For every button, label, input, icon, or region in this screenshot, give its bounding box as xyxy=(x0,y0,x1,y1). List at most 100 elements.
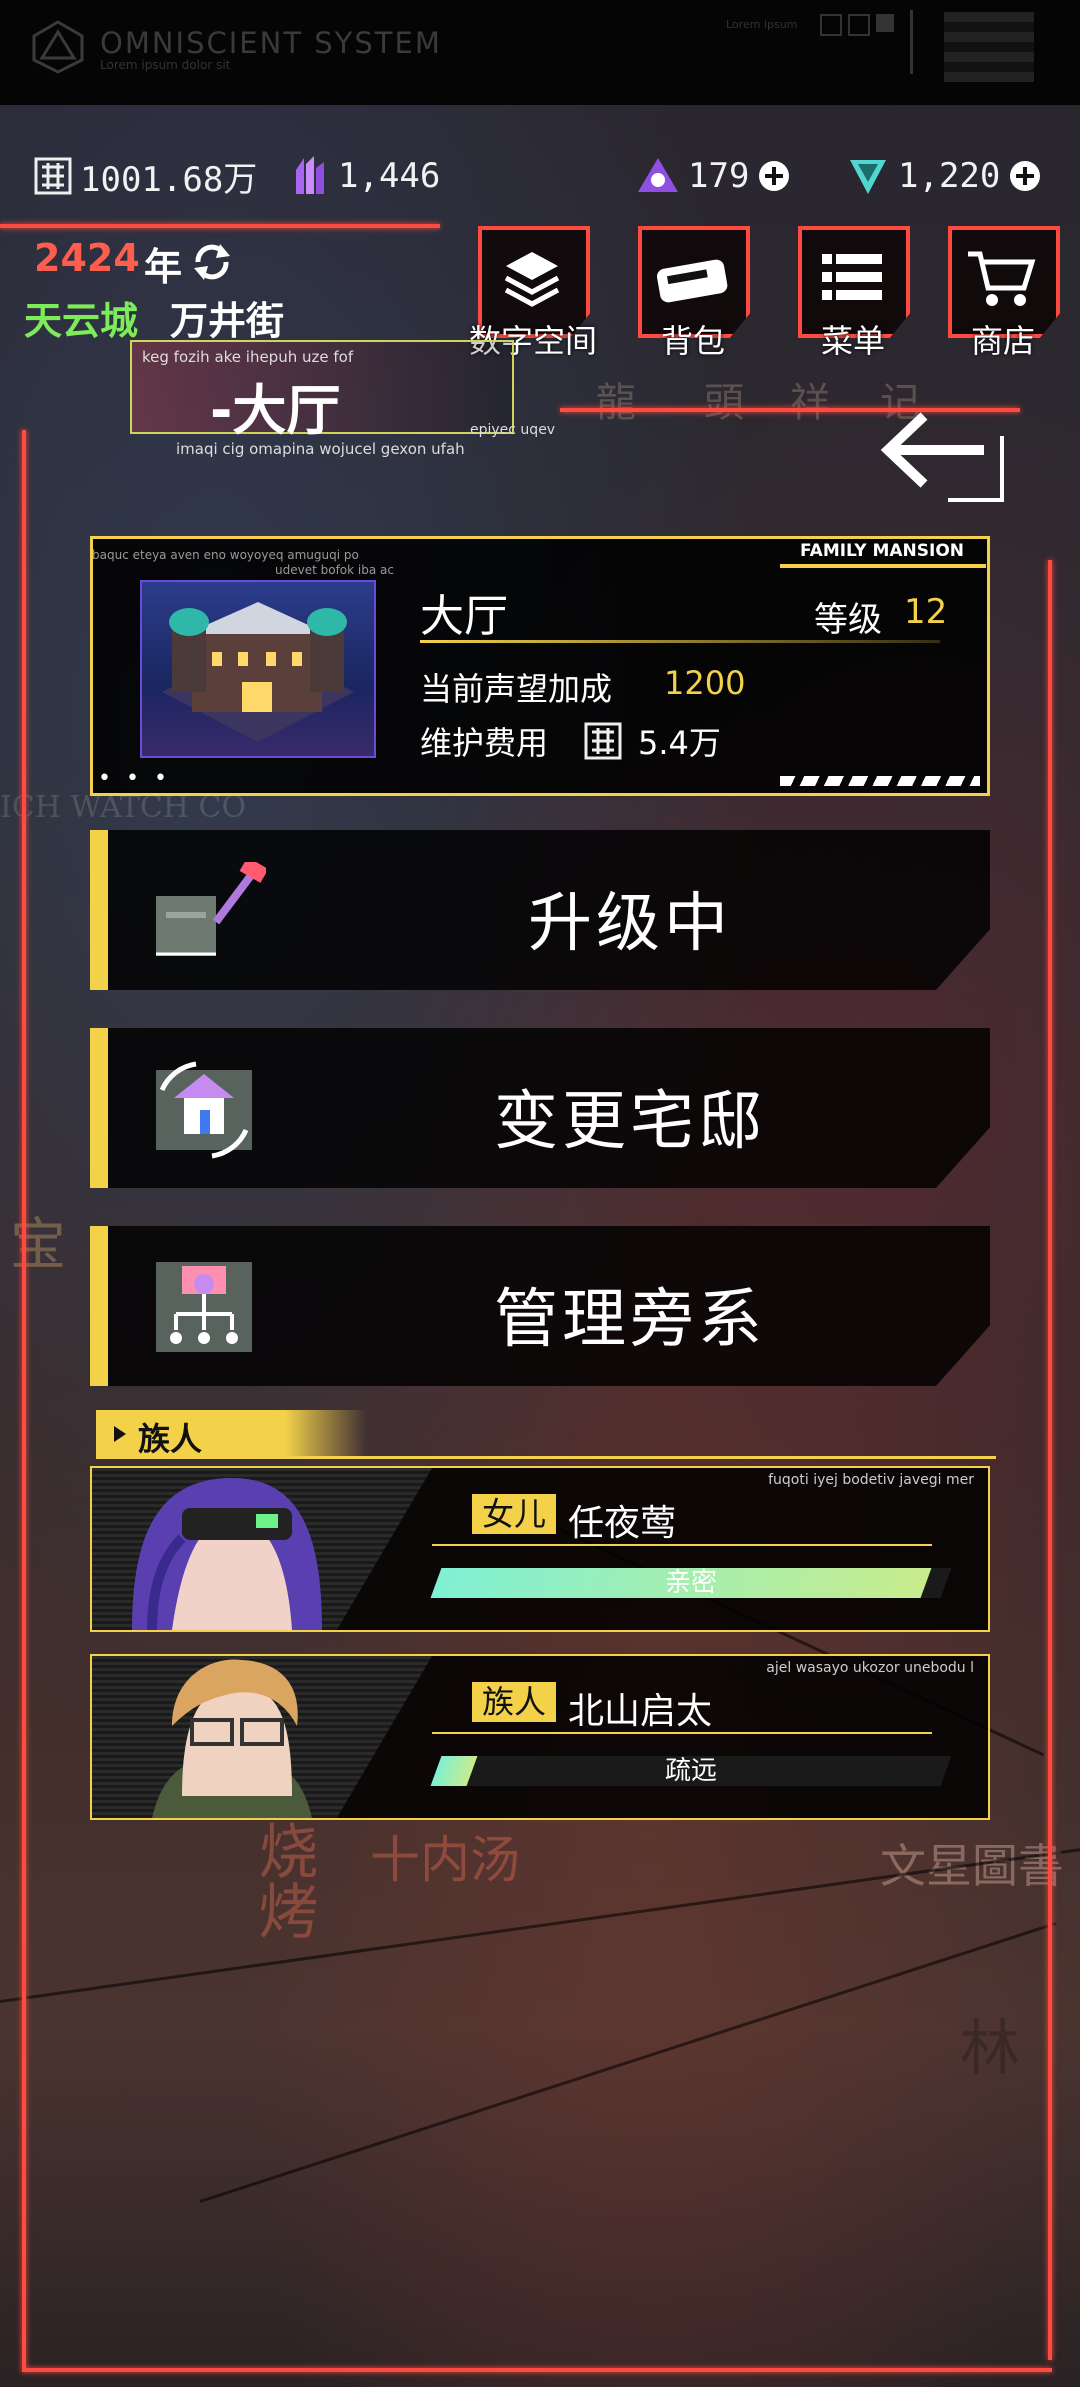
bg-sign: 林 xyxy=(960,2014,1020,2084)
system-blocks xyxy=(944,12,1034,82)
upgrade-label: 升级中 xyxy=(528,887,732,961)
card-separator xyxy=(420,640,940,643)
bg-sign: 龍 xyxy=(596,380,636,426)
frame-bottom xyxy=(22,2368,1052,2372)
manage-branches-button[interactable]: 管理旁系 xyxy=(90,1226,990,1386)
affinity-label: 疏远 xyxy=(664,1756,717,1786)
family-tree-icon xyxy=(156,1262,252,1352)
card-tag-line xyxy=(780,564,986,568)
nav-menu-label: 菜单 xyxy=(820,322,885,360)
clan-member-card[interactable]: ajel wasayo ukozor unebodu l 族人 北山启太 疏远 xyxy=(90,1654,990,1820)
frame-right xyxy=(1048,560,1052,2360)
member-portrait xyxy=(92,1656,432,1818)
member-name: 任夜莺 xyxy=(568,1503,677,1544)
currency-icon xyxy=(34,157,72,195)
room-caption-right: epiyec uqev xyxy=(470,422,556,438)
card-dots: • • • xyxy=(98,766,171,791)
currency-icon xyxy=(584,722,622,760)
room-caption-top: keg fozih ake ihepuh uze fof xyxy=(142,348,354,366)
year-value: 2424 xyxy=(34,236,140,280)
member-divider xyxy=(432,1732,932,1734)
money-value: 1001.68万 xyxy=(80,159,258,200)
bg-sign: 宝 xyxy=(10,1213,66,1278)
change-mansion-label: 变更宅邸 xyxy=(494,1085,766,1159)
bag-icon xyxy=(657,259,728,303)
crystal-icon xyxy=(296,156,324,194)
street-name: 万井街 xyxy=(170,299,285,343)
member-name: 北山启太 xyxy=(568,1691,713,1732)
button-accent-bar xyxy=(90,1226,108,1386)
nav-digital-space-button[interactable]: 数字空间 xyxy=(469,226,597,360)
tokens-resource: 179 xyxy=(636,150,799,202)
bg-sign: 烧烤 xyxy=(248,1820,318,1940)
gems-resource: 1,446 xyxy=(290,150,440,202)
bg-wire xyxy=(199,1921,1057,2203)
nav-bag-label: 背包 xyxy=(660,322,725,360)
member-caption: fuqoti iyej bodetiv javegi mer xyxy=(768,1472,974,1488)
upgrade-hammer-icon xyxy=(156,862,266,956)
add-tokens-icon[interactable] xyxy=(757,159,791,193)
room-caption-bottom: imaqi cig omapina wojucel gexon ufah xyxy=(176,440,465,458)
maintenance-fee-label: 维护费用 xyxy=(420,724,549,762)
diamonds-value: 1,220 xyxy=(898,156,1001,196)
system-divider xyxy=(910,10,913,74)
add-diamonds-icon[interactable] xyxy=(1008,159,1042,193)
clan-header-line xyxy=(96,1456,996,1459)
nav-shop-button[interactable]: 商店 xyxy=(948,226,1060,360)
triangle-token-icon xyxy=(638,158,678,192)
maintenance-fee-value: 5.4万 xyxy=(638,724,721,762)
nav-shop-label: 商店 xyxy=(970,322,1035,360)
room-title: -大厅 xyxy=(210,379,341,442)
button-accent-bar xyxy=(90,1028,108,1188)
nav-menu-button[interactable]: 菜单 xyxy=(798,226,910,360)
family-mansion-tag: FAMILY MANSION xyxy=(800,541,965,561)
frame-left xyxy=(22,430,26,2370)
card-stripes xyxy=(780,776,980,786)
system-name: OMNISCIENT SYSTEM xyxy=(100,26,442,60)
clan-header-label: 族人 xyxy=(138,1420,203,1458)
level-label: 等级 xyxy=(814,600,882,640)
diamonds-resource: 1,220 xyxy=(846,150,1050,202)
reputation-label: 当前声望加成 xyxy=(420,670,613,708)
clan-header xyxy=(96,1410,366,1456)
bg-sign: 祥 xyxy=(790,380,830,426)
card-caption-1: baquc eteya aven eno woyoyeq amuguqi po xyxy=(92,548,359,562)
tokens-value: 179 xyxy=(688,156,750,196)
diamond-icon xyxy=(850,160,886,194)
room-name: 大厅 xyxy=(420,591,508,642)
frame-top-left xyxy=(0,224,440,228)
menu-list-icon xyxy=(822,254,882,300)
city-name: 天云城 xyxy=(24,299,139,343)
member-caption: ajel wasayo ukozor unebodu l xyxy=(766,1660,974,1676)
year-suffix: 年 xyxy=(144,245,183,289)
system-subtitle: Lorem ipsum dolor sit xyxy=(100,58,231,72)
bg-sign: 十内汤 xyxy=(370,1831,520,1889)
back-arrow-icon[interactable] xyxy=(880,408,1010,508)
clan-member-card[interactable]: fuqoti iyej bodetiv javegi mer 女儿 任夜莺 亲密 xyxy=(90,1466,990,1632)
bg-wire xyxy=(0,1846,1080,2003)
upgrade-button[interactable]: 升级中 xyxy=(90,830,990,990)
reputation-value: 1200 xyxy=(664,664,746,702)
shopping-cart-icon xyxy=(968,251,1036,306)
mansion-image xyxy=(140,580,376,758)
change-mansion-button[interactable]: 变更宅邸 xyxy=(90,1028,990,1188)
member-divider xyxy=(432,1544,932,1546)
manage-branches-label: 管理旁系 xyxy=(494,1283,766,1357)
system-tiny-text: Lorem ipsum xyxy=(726,18,798,31)
bg-sign: 頭 xyxy=(704,380,744,426)
level-value: 12 xyxy=(904,592,948,632)
money-resource: 1001.68万 xyxy=(34,150,257,202)
member-relation-tag: 族人 xyxy=(472,1682,557,1722)
layers-icon xyxy=(504,252,560,307)
member-portrait xyxy=(92,1468,432,1630)
refresh-icon[interactable] xyxy=(190,240,234,284)
gems-value: 1,446 xyxy=(338,156,441,196)
omniscient-logo-icon xyxy=(32,20,84,74)
card-caption-2: udevet bofok iba ac xyxy=(275,563,394,577)
triangle-marker-icon xyxy=(114,1426,126,1442)
swap-house-icon xyxy=(156,1061,252,1159)
affinity-label: 亲密 xyxy=(664,1568,717,1598)
system-squares xyxy=(820,14,894,36)
nav-bag-button[interactable]: 背包 xyxy=(638,226,750,360)
member-relation-tag: 女儿 xyxy=(472,1494,557,1534)
